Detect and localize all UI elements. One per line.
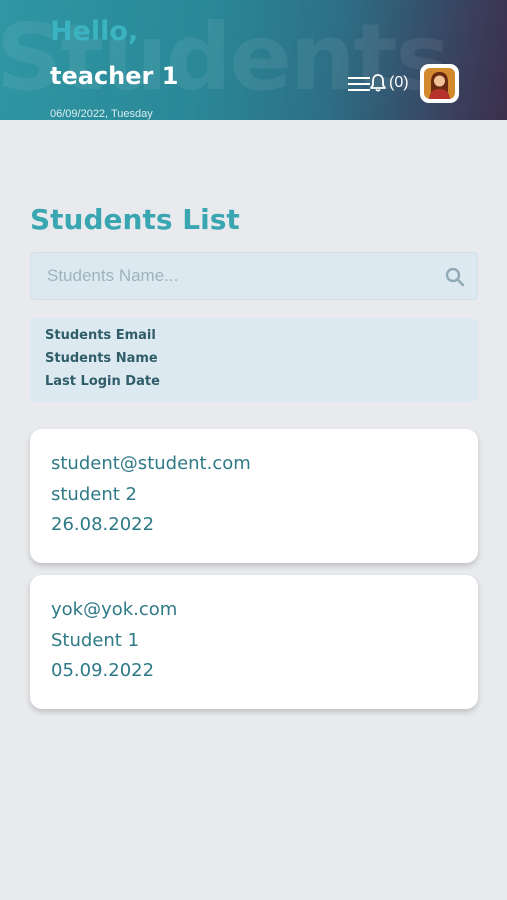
column-label-last-login: Last Login Date	[45, 374, 160, 389]
search-input[interactable]	[31, 253, 431, 299]
student-last-login: 26.08.2022	[51, 514, 155, 535]
bell-icon[interactable]	[369, 73, 387, 93]
student-name: student 2	[51, 484, 137, 505]
page-title: Students List	[30, 203, 240, 236]
column-legend: Students Email Students Name Last Login …	[30, 318, 478, 402]
student-email: yok@yok.com	[51, 599, 178, 620]
app-header: Students Hello, teacher 1 06/09/2022, Tu…	[0, 0, 507, 120]
column-label-name: Students Name	[45, 351, 158, 366]
student-card[interactable]: student@student.com student 2 26.08.2022	[30, 429, 478, 563]
student-email: student@student.com	[51, 453, 251, 474]
greeting: Hello,	[50, 16, 139, 47]
search-icon[interactable]	[445, 267, 465, 287]
user-name: teacher 1	[50, 62, 179, 90]
student-last-login: 05.09.2022	[51, 660, 155, 681]
search-bar	[30, 252, 478, 300]
current-date: 06/09/2022, Tuesday	[50, 108, 153, 120]
notification-count[interactable]: (0)	[389, 74, 409, 92]
student-card[interactable]: yok@yok.com Student 1 05.09.2022	[30, 575, 478, 709]
student-name: Student 1	[51, 630, 140, 651]
column-label-email: Students Email	[45, 328, 156, 343]
avatar[interactable]	[420, 64, 459, 103]
